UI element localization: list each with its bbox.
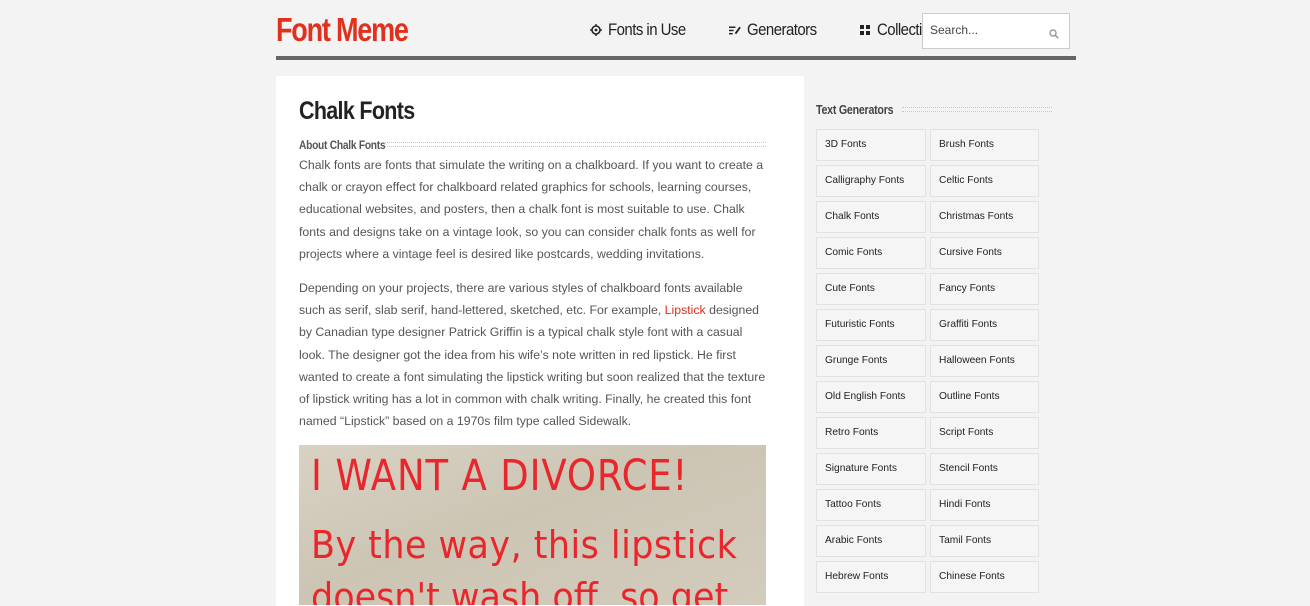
generator-list: 3D Fonts Brush Fonts Calligraphy Fonts C… — [816, 129, 1039, 593]
site-header: Font Meme Fonts in Use Generators Collec… — [276, 0, 1076, 60]
crosshair-icon — [590, 24, 602, 36]
generator-link[interactable]: Chalk Fonts — [816, 201, 926, 233]
search-input[interactable] — [930, 23, 1045, 37]
generator-link[interactable]: Chinese Fonts — [930, 561, 1039, 593]
main-nav: Fonts in Use Generators Collection — [590, 19, 946, 41]
edit-lines-icon — [729, 24, 742, 36]
lipstick-font-link[interactable]: Lipstick — [665, 303, 706, 317]
page-title: Chalk Fonts — [299, 97, 415, 125]
generator-link[interactable]: 3D Fonts — [816, 129, 926, 161]
generator-link[interactable]: Celtic Fonts — [930, 165, 1039, 197]
generator-link[interactable]: Outline Fonts — [930, 381, 1039, 413]
generator-link[interactable]: Stencil Fonts — [930, 453, 1039, 485]
search-box — [922, 13, 1070, 49]
generator-link[interactable]: Futuristic Fonts — [816, 309, 926, 341]
nav-fonts-in-use[interactable]: Fonts in Use — [590, 19, 696, 41]
nav-label: Fonts in Use — [608, 20, 686, 39]
generator-link[interactable]: Brush Fonts — [930, 129, 1039, 161]
sidebar-heading: Text Generators — [816, 100, 1056, 120]
generator-link[interactable]: Comic Fonts — [816, 237, 926, 269]
sample-line: I WANT A DIVORCE! — [311, 451, 689, 501]
generator-link[interactable]: Halloween Fonts — [930, 345, 1039, 377]
generator-link[interactable]: Hindi Fonts — [930, 489, 1039, 521]
sidebar-heading-label: Text Generators — [816, 102, 894, 117]
nav-label: Generators — [747, 20, 817, 39]
lipstick-font-sample-image: I WANT A DIVORCE! By the way, this lipst… — [299, 445, 766, 605]
nav-generators[interactable]: Generators — [729, 19, 826, 41]
sidebar: Text Generators 3D Fonts Brush Fonts Cal… — [816, 100, 1056, 593]
generator-link[interactable]: Graffiti Fonts — [930, 309, 1039, 341]
grid-icon — [859, 24, 871, 36]
generator-link[interactable]: Tamil Fonts — [930, 525, 1039, 557]
generator-link[interactable]: Hebrew Fonts — [816, 561, 926, 593]
paragraph-text: designed by Canadian type designer Patri… — [299, 303, 766, 429]
divider — [385, 142, 766, 147]
generator-link[interactable]: Arabic Fonts — [816, 525, 926, 557]
generator-link[interactable]: Cute Fonts — [816, 273, 926, 305]
generator-link[interactable]: Calligraphy Fonts — [816, 165, 926, 197]
generator-link[interactable]: Tattoo Fonts — [816, 489, 926, 521]
example-paragraph: Depending on your projects, there are va… — [299, 277, 769, 432]
generator-link[interactable]: Grunge Fonts — [816, 345, 926, 377]
generator-link[interactable]: Signature Fonts — [816, 453, 926, 485]
generator-link[interactable]: Christmas Fonts — [930, 201, 1039, 233]
generator-link[interactable]: Fancy Fonts — [930, 273, 1039, 305]
divider — [902, 107, 1052, 112]
site-logo[interactable]: Font Meme — [276, 10, 409, 50]
generator-link[interactable]: Retro Fonts — [816, 417, 926, 449]
search-icon[interactable] — [1049, 26, 1059, 39]
intro-paragraph: Chalk fonts are fonts that simulate the … — [299, 158, 764, 261]
main-content: Chalk Fonts About Chalk Fonts Chalk font… — [276, 76, 804, 606]
section-heading-label: About Chalk Fonts — [299, 138, 386, 152]
section-heading: About Chalk Fonts — [299, 136, 766, 152]
header-divider — [276, 56, 1076, 60]
generator-link[interactable]: Script Fonts — [930, 417, 1039, 449]
sample-line: By the way, this lipstick — [311, 523, 738, 567]
generator-link[interactable]: Old English Fonts — [816, 381, 926, 413]
sample-line: doesn't wash off, so get — [311, 575, 729, 605]
generator-link[interactable]: Cursive Fonts — [930, 237, 1039, 269]
